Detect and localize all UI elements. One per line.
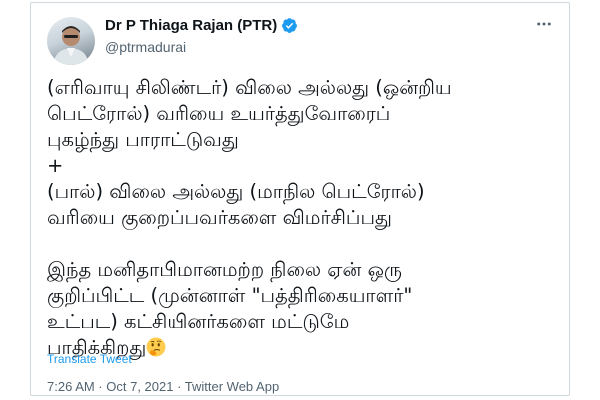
verified-badge-icon (281, 17, 298, 34)
tweet-timestamp[interactable]: 7:26 AM · Oct 7, 2021 · Twitter Web App (47, 379, 279, 394)
tweet-card: Dr P Thiaga Rajan (PTR) @ptrmadurai (எரி… (30, 2, 570, 396)
tweet-text-line: உட்பட) கட்சியினர்களை மட்டுமே (47, 310, 350, 333)
translate-tweet-link[interactable]: Translate Tweet (47, 352, 132, 366)
tweet-text-line: வரியை குறைப்பவர்களை விமர்சிப்பது (47, 206, 392, 229)
tweet-text-line: பெட்ரோல்) வரியை உயர்த்துவோரைப் (47, 102, 391, 125)
more-horizontal-icon[interactable] (535, 15, 553, 38)
tweet-text: (எரிவாயு சிலிண்டர்) விலை அல்லது (ஒன்றிய … (47, 75, 547, 361)
tweet-text-line: இந்த மனிதாபிமானமற்ற நிலை ஏன் ஒரு (47, 258, 402, 281)
author-name-row: Dr P Thiaga Rajan (PTR) (105, 17, 298, 34)
author-handle[interactable]: @ptrmadurai (105, 39, 186, 55)
tweet-text-line: புகழ்ந்து பாராட்டுவது (47, 128, 239, 151)
avatar-photo (53, 26, 89, 65)
tweet-text-line: குறிப்பிட்ட (முன்னாள் "பத்திரிகையாளர்" (47, 284, 413, 307)
tweet-text-line: (எரிவாயு சிலிண்டர்) விலை அல்லது (ஒன்றிய (47, 76, 452, 99)
author-display-name[interactable]: Dr P Thiaga Rajan (PTR) (105, 17, 277, 34)
tweet-text-blank-line (47, 231, 547, 257)
tweet-text-line: (பால்) விலை அல்லது (மாநில பெட்ரோல்) (47, 180, 425, 203)
tweet-text-line: + (47, 154, 64, 177)
thinking-face-icon (146, 337, 166, 357)
avatar[interactable] (47, 17, 95, 65)
